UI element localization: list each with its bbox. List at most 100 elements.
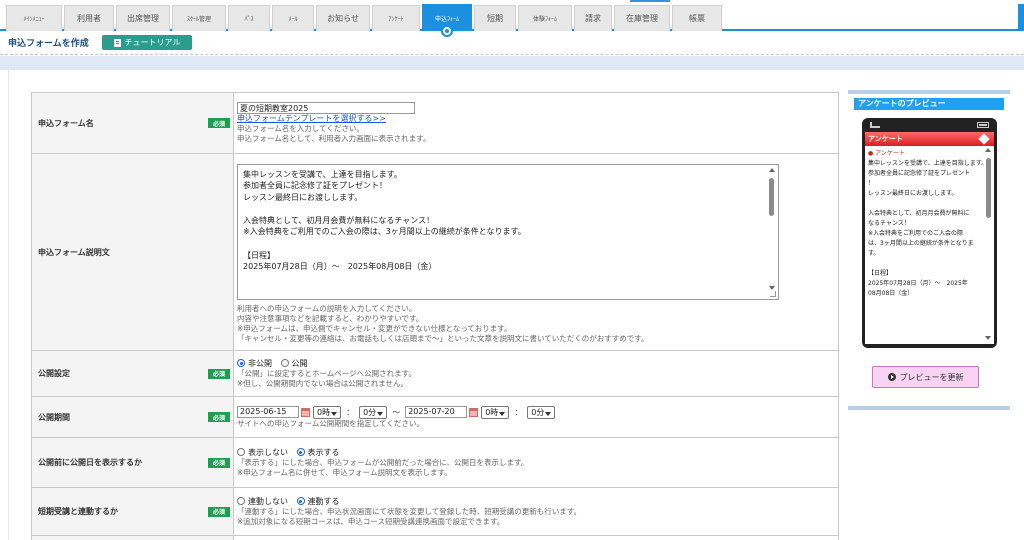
period-label: 公開期間 — [38, 412, 70, 422]
nav-tab-label: ﾒｰﾙ — [288, 16, 298, 23]
nav-tab[interactable]: ﾒｲﾝﾒﾆｭｰ — [6, 5, 62, 31]
form-name-help-2: 申込フォーム名として、利用者入力画面に表示されます。 — [237, 134, 431, 143]
radio-hide-date-label[interactable]: 表示しない — [248, 448, 288, 457]
preview-divider — [848, 406, 1010, 410]
phone-title-bar: アンケート — [865, 132, 994, 146]
time-colon: ： — [514, 407, 523, 417]
publish-field-cell: 非公開 公開 「公開」に設定するとホームページへ公開されます。 ※但し、公開期間… — [233, 350, 839, 397]
preview-line: す。 — [868, 250, 880, 257]
nav-tab[interactable]: お知らせ — [316, 5, 370, 31]
row-form-description: 申込フォーム説明文 集中レッスンを受講で、上達を目指します。 参加者全員に記念修了… — [31, 153, 839, 351]
nav-tab[interactable]: 体験ﾌｫｰﾑ — [518, 5, 572, 31]
nav-accent-line — [630, 0, 670, 2]
row-form-name: 申込フォーム名 必須 夏の短期教室2025 申込フォームテンプレートを選択する>… — [31, 92, 839, 154]
resize-grip-icon[interactable] — [770, 290, 776, 297]
scroll-thumb[interactable] — [986, 158, 991, 218]
show-date-label: 公開前に公開日を表示するか — [38, 458, 142, 467]
nav-tab-label: 帳票 — [689, 14, 705, 23]
nav-tab[interactable]: 在庫管理 — [614, 5, 670, 31]
tutorial-button[interactable]: チュートリアル — [102, 35, 192, 50]
form-name-help-1: 申込フォーム名を入力してください。 — [237, 124, 364, 133]
start-minute-select[interactable]: 0分 — [359, 405, 388, 419]
nav-tab-label: 短期 — [487, 14, 503, 23]
scroll-up-icon[interactable] — [769, 167, 775, 172]
template-select-link[interactable]: 申込フォームテンプレートを選択する>> — [237, 114, 835, 124]
form-name-label-cell: 申込フォーム名 必須 — [31, 92, 234, 154]
radio-private[interactable] — [237, 359, 245, 367]
radio-no-link[interactable] — [237, 497, 245, 505]
preview-line: なるチャンス！ — [868, 220, 910, 227]
signal-icon — [870, 122, 880, 128]
phone-screen: アンケート ● アンケート 集中レッスンを受講で、上達を目指します。 参加者全員に… — [865, 132, 994, 344]
period-label-cell: 公開期間 必須 — [31, 396, 234, 438]
start-hour-select[interactable]: 0時 — [313, 405, 342, 419]
radio-link[interactable] — [296, 497, 305, 505]
preview-line: レッスン最終日にお渡しします。 — [868, 190, 958, 197]
phone-content: ● アンケート 集中レッスンを受講で、上達を目指します。 参加者全員に記念修了証を… — [865, 146, 994, 299]
scroll-thumb[interactable] — [769, 177, 774, 216]
preview-line — [868, 199, 983, 209]
phone-mockup: アンケート ● アンケート 集中レッスンを受講で、上達を目指します。 参加者全員に… — [862, 118, 997, 348]
radio-private-label[interactable]: 非公開 — [248, 359, 272, 368]
end-date-input[interactable]: 2025-07-20 — [405, 406, 468, 418]
textarea-scrollbar[interactable] — [768, 167, 776, 290]
description-line: 参加者全員に記念修了証をプレゼント！ — [243, 181, 387, 191]
nav-tab[interactable]: ｱﾝｹｰﾄ — [372, 5, 420, 31]
nav-tab[interactable]: 請求 — [574, 5, 612, 31]
description-label: 申込フォーム説明文 — [38, 247, 110, 257]
publish-label-cell: 公開設定 必須 — [31, 350, 234, 397]
radio-no-link-label[interactable]: 連動しない — [248, 497, 288, 506]
refresh-preview-button[interactable]: プレビューを更新 — [872, 366, 979, 388]
period-tilde: ～ — [392, 407, 401, 417]
calendar-icon[interactable] — [469, 407, 479, 417]
radio-show-date-label[interactable]: 表示する — [308, 448, 340, 457]
form-name-label: 申込フォーム名 — [38, 118, 94, 128]
end-minute-select[interactable]: 0分 — [527, 405, 556, 419]
phone-scrollbar[interactable] — [985, 148, 992, 340]
nav-tab-label: お知らせ — [327, 14, 359, 23]
preview-line: 【日程】 — [868, 270, 893, 277]
calendar-icon[interactable] — [301, 407, 310, 417]
row-period: 公開期間 必須 2025-06-15 0時 ： 0分 ～ 2025-07-20 … — [31, 396, 839, 438]
nav-tab[interactable]: 申込ﾌｫｰﾑ — [422, 4, 472, 37]
description-line — [243, 203, 762, 215]
nav-tab-label: ｱﾝｹｰﾄ — [388, 16, 404, 23]
required-badge: 必須 — [208, 412, 230, 422]
nav-tab[interactable]: 帳票 — [672, 5, 722, 31]
nav-tab[interactable]: ｽｸｰﾙ管理 — [172, 5, 226, 31]
radio-show-date[interactable] — [296, 448, 305, 456]
radio-public[interactable] — [280, 359, 289, 367]
form-name-input[interactable]: 夏の短期教室2025 — [237, 102, 415, 114]
description-textarea[interactable]: 集中レッスンを受講で、上達を目指します。 参加者全員に記念修了証をプレゼント！ レッ… — [237, 163, 779, 300]
nav-tab-label: ｽｸｰﾙ管理 — [186, 16, 211, 23]
preview-line — [868, 259, 983, 269]
arrow-right-circle-icon — [887, 373, 896, 381]
end-hour-select[interactable]: 0時 — [481, 405, 510, 419]
nav-tab-label: ﾊﾟｽ — [244, 16, 254, 23]
nav-tab[interactable]: ﾊﾟｽ — [228, 5, 270, 31]
scroll-up-icon[interactable] — [985, 148, 991, 152]
scroll-down-icon[interactable] — [769, 285, 775, 290]
radio-link-label[interactable]: 連動する — [308, 497, 340, 506]
show-date-field-cell: 表示しない 表示する 「表示する」にした場合、申込フォームが公開前だった場合に、… — [233, 437, 839, 488]
nav-tab[interactable]: 短期 — [474, 5, 516, 31]
radio-hide-date[interactable] — [237, 448, 245, 456]
nav-tab[interactable]: ﾒｰﾙ — [272, 5, 314, 31]
start-date-input[interactable]: 2025-06-15 — [237, 406, 299, 418]
edit-icon — [978, 133, 990, 145]
nav-tab[interactable]: 出席管理 — [116, 5, 170, 31]
nav-tab-label: 在庫管理 — [626, 14, 658, 23]
required-badge: 必須 — [208, 457, 230, 468]
radio-public-label[interactable]: 公開 — [292, 359, 308, 368]
preview-line: ※入会特典をご利用でのご入会の際 — [868, 230, 964, 237]
form-table: 申込フォーム名 必須 夏の短期教室2025 申込フォームテンプレートを選択する>… — [31, 92, 839, 540]
scroll-down-icon[interactable] — [985, 336, 991, 340]
link-help-1: 「連動する」にした場合、申込状況画面にて状態を変更して登録した時、短期受講の更新… — [237, 507, 582, 516]
nav-tab[interactable]: 利用者 — [64, 5, 114, 31]
time-colon: ： — [346, 407, 355, 417]
period-help-1: サイトへの申込フォーム公開期間を指定してください。 — [237, 418, 424, 428]
description-field-cell: 集中レッスンを受講で、上達を目指します。 参加者全員に記念修了証をプレゼント！ レッ… — [233, 153, 839, 351]
description-line: ※入会特典をご利用でのご入会の際は、3ヶ月間以上の継続が条件となります。 — [243, 227, 526, 237]
form-container: 申込フォーム名 必須 夏の短期教室2025 申込フォームテンプレートを選択する>… — [8, 70, 846, 540]
top-nav: ﾒｲﾝﾒﾆｭｰ 利用者 出席管理 ｽｸｰﾙ管理 ﾊﾟｽ ﾒｰﾙ お知らせ ｱﾝｹｰﾄ 申込ﾌｫｰ… — [0, 0, 1024, 37]
